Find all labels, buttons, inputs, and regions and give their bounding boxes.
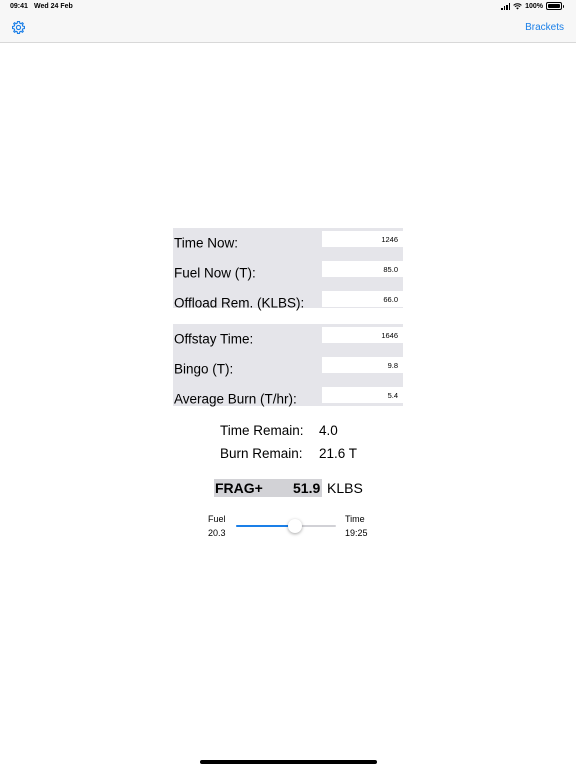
burn-remain-label: Burn Remain: [220, 446, 303, 461]
offstay-time-input[interactable] [322, 327, 403, 343]
average-burn-label: Average Burn (T/hr): [174, 391, 297, 407]
fuel-now-row: Fuel Now (T): [173, 258, 403, 288]
slider-time-label: Time [345, 514, 365, 524]
bingo-row: Bingo (T): [173, 354, 403, 384]
time-now-input[interactable] [322, 231, 403, 247]
frag-value: 51.9 [293, 480, 321, 496]
frag-label: FRAG+ [215, 480, 263, 496]
burn-remain-value: 21.6 T [319, 446, 358, 461]
time-now-row: Time Now: [173, 228, 403, 258]
fuel-now-label: Fuel Now (T): [174, 265, 256, 281]
status-bar: 09:41 Wed 24 Feb 100% [0, 0, 576, 14]
average-burn-input[interactable] [322, 387, 403, 403]
slider-fill [236, 525, 295, 527]
navigation-bar: Brackets [0, 14, 576, 43]
fuel-time-slider[interactable] [236, 525, 336, 527]
slider-thumb[interactable] [288, 519, 302, 533]
time-remain-value: 4.0 [319, 423, 338, 438]
status-indicators: 100% [501, 2, 564, 10]
offload-rem-input[interactable] [322, 291, 403, 307]
input-group-offstay: Offstay Time: Bingo (T): Average Burn (T… [173, 324, 403, 407]
battery-percent: 100% [525, 2, 543, 10]
wifi-icon [513, 2, 522, 9]
bingo-input[interactable] [322, 357, 403, 373]
cellular-signal-icon [501, 3, 511, 10]
offload-rem-label: Offload Rem. (KLBS): [174, 295, 305, 311]
brackets-button[interactable]: Brackets [525, 22, 564, 33]
average-burn-row: Average Burn (T/hr): [173, 384, 403, 414]
home-indicator [200, 760, 377, 764]
bingo-label: Bingo (T): [174, 361, 234, 377]
slider-fuel-value: 20.3 [208, 528, 226, 538]
offstay-time-row: Offstay Time: [173, 324, 403, 354]
frag-unit: KLBS [327, 480, 363, 496]
slider-fuel-label: Fuel [208, 514, 226, 524]
offload-rem-row: Offload Rem. (KLBS): [173, 288, 403, 318]
status-date: Wed 24 Feb [34, 3, 73, 10]
gear-icon[interactable] [11, 20, 26, 35]
input-group-current: Time Now: Fuel Now (T): Offload Rem. (KL… [173, 228, 403, 311]
time-remain-label: Time Remain: [220, 423, 304, 438]
time-now-label: Time Now: [174, 235, 239, 251]
fuel-now-input[interactable] [322, 261, 403, 277]
battery-icon [546, 2, 564, 10]
offstay-time-label: Offstay Time: [174, 331, 254, 347]
status-time: 09:41 [10, 3, 28, 10]
slider-time-value: 19:25 [345, 528, 368, 538]
